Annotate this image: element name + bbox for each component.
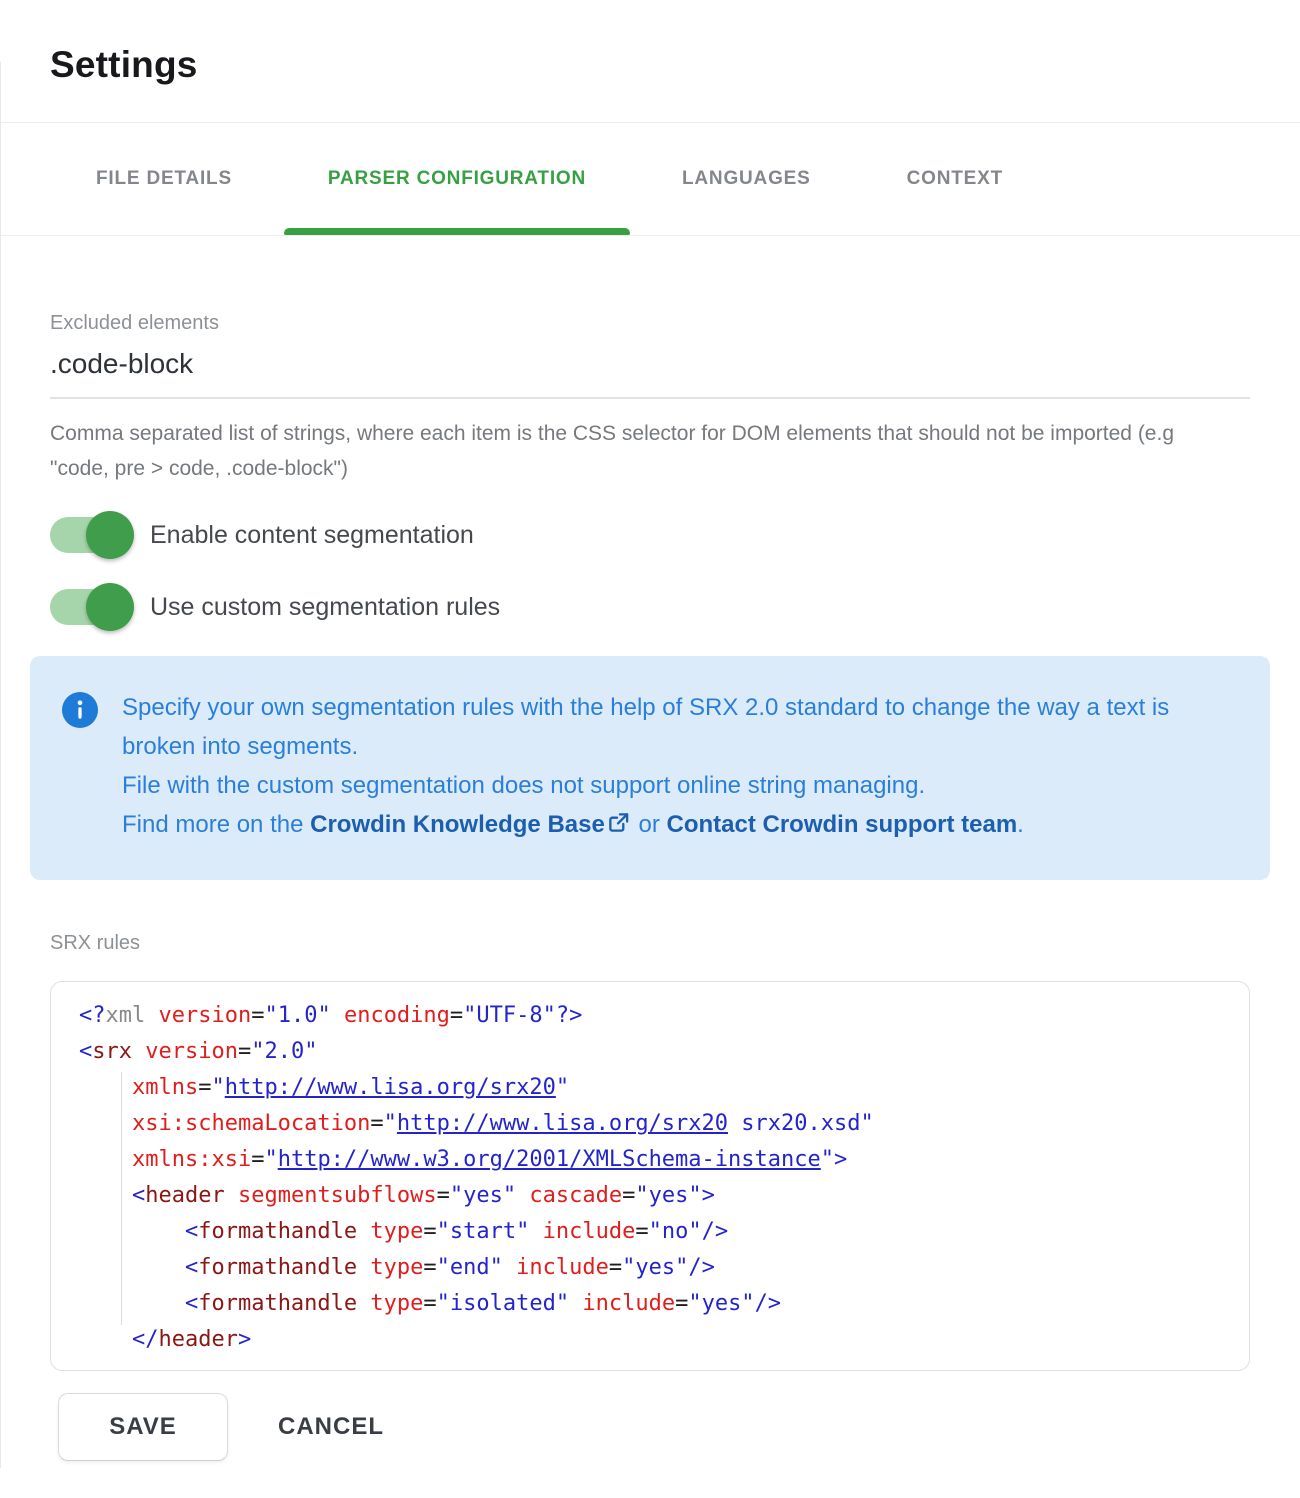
excluded-elements-input[interactable]: .code-block — [50, 348, 1250, 399]
code-line: xsi:schemaLocation="http://www.lisa.org/… — [79, 1106, 1239, 1142]
excluded-elements-help: Comma separated list of strings, where e… — [50, 416, 1190, 486]
toggle-switch-on[interactable] — [50, 588, 128, 626]
action-buttons: SAVE CANCEL — [50, 1393, 1250, 1461]
xml-code: <?xml version="1.0" encoding="UTF-8"?><s… — [79, 998, 1239, 1358]
code-line: xmlns="http://www.lisa.org/srx20" — [79, 1070, 1239, 1106]
code-line: xmlns:xsi="http://www.w3.org/2001/XMLSch… — [79, 1142, 1239, 1178]
indent-guide — [121, 1072, 122, 1325]
info-paragraph-2: File with the custom segmentation does n… — [122, 766, 1187, 805]
page-title: Settings — [50, 44, 1250, 86]
tab-parser-configuration[interactable]: PARSER CONFIGURATION — [284, 123, 630, 235]
srx-rules-editor[interactable]: <?xml version="1.0" encoding="UTF-8"?><s… — [50, 981, 1250, 1371]
code-line: <header segmentsubflows="yes" cascade="y… — [79, 1178, 1239, 1214]
srx-rules-label: SRX rules — [50, 932, 1250, 955]
info-paragraph-1: Specify your own segmentation rules with… — [122, 688, 1187, 766]
toggle-switch-on[interactable] — [50, 516, 128, 554]
knowledge-base-link[interactable]: Crowdin Knowledge Base — [310, 811, 605, 838]
settings-header: Settings — [0, 0, 1300, 123]
toggle-list: Enable content segmentation Use custom se… — [50, 516, 1250, 626]
tab-languages[interactable]: LANGUAGES — [638, 123, 855, 235]
contact-support-link[interactable]: Contact Crowdin support team — [667, 811, 1018, 838]
toggle-label: Enable content segmentation — [150, 521, 474, 550]
toggle-label: Use custom segmentation rules — [150, 593, 500, 622]
info-paragraph-3: Find more on the Crowdin Knowledge Base … — [122, 805, 1187, 844]
info-find-more-text: Find more on the — [122, 811, 310, 838]
info-text: Specify your own segmentation rules with… — [122, 688, 1187, 844]
panel-left-border — [0, 62, 1, 1468]
code-line: <formathandle type="end" include="yes"/> — [79, 1250, 1239, 1286]
tab-label: CONTEXT — [907, 168, 1003, 190]
save-button[interactable]: SAVE — [58, 1393, 228, 1461]
tab-file-details[interactable]: FILE DETAILS — [52, 123, 276, 235]
code-line: <?xml version="1.0" encoding="UTF-8"?> — [79, 998, 1239, 1034]
info-or-text: or — [632, 811, 667, 838]
tab-bar: FILE DETAILS PARSER CONFIGURATION LANGUA… — [0, 123, 1300, 236]
info-icon — [62, 692, 98, 728]
toggle-row: Use custom segmentation rules — [50, 588, 1250, 626]
tab-label: FILE DETAILS — [96, 168, 232, 190]
info-period: . — [1017, 811, 1024, 838]
toggle-thumb — [86, 511, 134, 559]
segmentation-info-box: Specify your own segmentation rules with… — [30, 656, 1270, 880]
tab-label: PARSER CONFIGURATION — [328, 168, 586, 190]
tab-context[interactable]: CONTEXT — [863, 123, 1047, 235]
toggle-thumb — [86, 583, 134, 631]
code-line: </header> — [79, 1322, 1239, 1358]
tab-label: LANGUAGES — [682, 168, 811, 190]
parser-configuration-panel: Excluded elements .code-block Comma sepa… — [0, 312, 1300, 1461]
toggle-row: Enable content segmentation — [50, 516, 1250, 554]
excluded-elements-label: Excluded elements — [50, 312, 1250, 335]
external-link-icon — [607, 811, 630, 834]
cancel-button[interactable]: CANCEL — [262, 1403, 400, 1451]
code-line: <formathandle type="isolated" include="y… — [79, 1286, 1239, 1322]
code-line: <formathandle type="start" include="no"/… — [79, 1214, 1239, 1250]
code-line: <srx version="2.0" — [79, 1034, 1239, 1070]
